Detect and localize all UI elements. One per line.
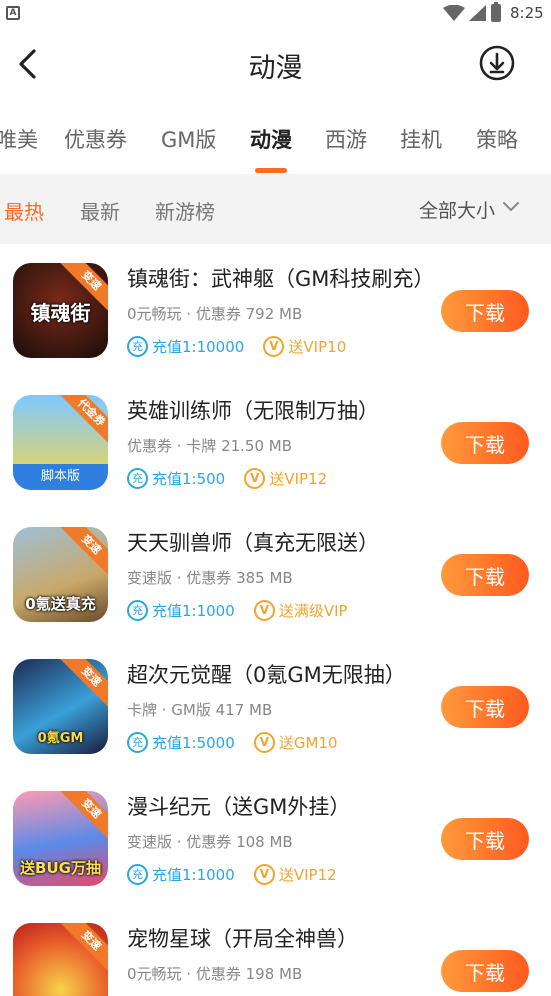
vip-tag: V 送VIP10 [263,336,346,357]
list-item[interactable]: 变速 镇魂街 镇魂街：武神躯（GM科技刷充） 0元畅玩 · 优惠券 792 MB… [0,244,551,376]
download-button[interactable]: 下载 [441,554,529,596]
recharge-tag: 充充值1:10000 [127,336,244,357]
recharge-tag: 充充值1:500 [127,468,225,489]
list-item[interactable]: 变速 0氪GM 超次元觉醒（0氪GM无限抽） 卡牌 · GM版 417 MB 充… [0,640,551,772]
page-title: 动漫 [248,53,303,84]
game-icon[interactable]: 代金券 脚本版 [13,395,108,490]
tab-weimei[interactable]: 唯美 [0,124,38,154]
filter-new-games-chart[interactable]: 新游榜 [155,196,215,225]
tab-coupon[interactable]: 优惠券 [64,124,127,154]
recharge-icon: 充 [127,732,148,753]
vip-icon: V [253,600,275,621]
vip-icon: V [253,732,275,753]
recharge-tag: 充充值1:1000 [127,864,235,885]
vip-icon: V [263,336,285,357]
vip-icon: V [253,864,275,885]
tab-strategy[interactable]: 策略 [476,124,518,154]
game-name[interactable]: 漫斗纪元（送GM外挂） [127,791,350,821]
recharge-icon: 充 [127,600,148,621]
recharge-icon: 充 [127,336,148,357]
game-icon[interactable]: 变速 镇魂街 [13,263,108,358]
game-meta: 卡牌 · GM版 417 MB [127,701,273,719]
game-tags: 充充值1:1000 V 送VIP12 [127,863,351,885]
game-icon[interactable]: 变速 0氪GM [13,659,108,754]
icon-band: 脚本版 [13,464,108,490]
download-button[interactable]: 下载 [441,686,529,728]
download-manager-icon[interactable] [479,45,515,81]
vip-tag: V 送GM10 [253,732,338,753]
game-meta: 变速版 · 优惠券 385 MB [127,569,293,587]
game-meta: 0元畅玩 · 优惠券 792 MB [127,305,303,323]
status-time: 8:25 [510,4,544,22]
game-icon[interactable]: 变速 送BUG万抽 [13,791,108,886]
download-button[interactable]: 下载 [441,818,529,860]
vip-tag: V 送满级VIP [253,600,348,621]
icon-caption: 送BUG万抽 [20,859,101,877]
list-item[interactable]: 变速 0氪送真充 天天驯兽师（真充无限送） 变速版 · 优惠券 385 MB 充… [0,508,551,640]
wifi-icon [443,5,465,21]
size-select[interactable]: 全部大小 [419,196,495,223]
icon-caption: 0氪GM [37,731,84,746]
filter-hottest[interactable]: 最热 [4,196,44,225]
icon-caption: 0氪送真充 [25,595,96,613]
recharge-icon: 充 [127,864,148,885]
game-icon[interactable]: 变速 0氪送真充 [13,527,108,622]
list-item[interactable]: 变速 宠物星球（开局全神兽） 0元畅玩 · 优惠券 198 MB 下载 [0,904,551,996]
list-item[interactable]: 变速 送BUG万抽 漫斗纪元（送GM外挂） 变速版 · 优惠券 108 MB 充… [0,772,551,904]
list-item[interactable]: 代金券 脚本版 英雄训练师（无限制万抽） 优惠券 · 卡牌 21.50 MB 充… [0,376,551,508]
vip-tag: V 送VIP12 [253,864,337,885]
recharge-tag: 充充值1:5000 [127,732,235,753]
download-button[interactable]: 下载 [441,422,529,464]
recharge-icon: 充 [127,468,148,489]
category-tabs: 唯美 优惠券 GM版 动漫 西游 挂机 策略 [0,110,551,174]
game-name[interactable]: 宠物星球（开局全神兽） [127,923,358,953]
game-meta: 变速版 · 优惠券 108 MB [127,833,293,851]
recharge-tag: 充充值1:1000 [127,600,235,621]
filter-newest[interactable]: 最新 [80,196,120,225]
filter-bar: 最热 最新 新游榜 全部大小 [0,174,551,244]
signal-icon [469,5,486,21]
game-tags: 充充值1:10000 V 送VIP10 [127,335,360,357]
download-button[interactable]: 下载 [441,950,529,992]
vip-tag: V 送VIP12 [244,468,327,489]
game-name[interactable]: 镇魂街：武神躯（GM科技刷充） [127,263,434,293]
game-tags: 充充值1:1000 V 送满级VIP [127,599,362,621]
top-app-bar: 动漫 [0,26,551,104]
battery-icon [491,2,501,22]
download-button[interactable]: 下载 [441,290,529,332]
notification-icon: A [6,6,20,20]
game-name[interactable]: 天天驯兽师（真充无限送） [127,527,379,557]
game-tags: 充充值1:500 V 送VIP12 [127,467,341,489]
tab-idle[interactable]: 挂机 [400,124,442,154]
game-name[interactable]: 英雄训练师（无限制万抽） [127,395,379,425]
game-tags: 充充值1:5000 V 送GM10 [127,731,352,753]
game-name[interactable]: 超次元觉醒（0氪GM无限抽） [127,659,406,689]
tab-gm[interactable]: GM版 [161,124,216,154]
game-icon[interactable]: 变速 [13,923,108,996]
vip-icon: V [244,468,266,489]
tab-anime[interactable]: 动漫 [250,124,292,154]
chevron-down-icon[interactable] [502,200,520,214]
icon-caption: 镇魂街 [30,301,91,325]
status-bar: A 8:25 [0,0,551,26]
active-tab-indicator [255,168,287,173]
tab-xiyou[interactable]: 西游 [325,124,367,154]
game-meta: 0元畅玩 · 优惠券 198 MB [127,965,303,983]
game-meta: 优惠券 · 卡牌 21.50 MB [127,437,293,455]
